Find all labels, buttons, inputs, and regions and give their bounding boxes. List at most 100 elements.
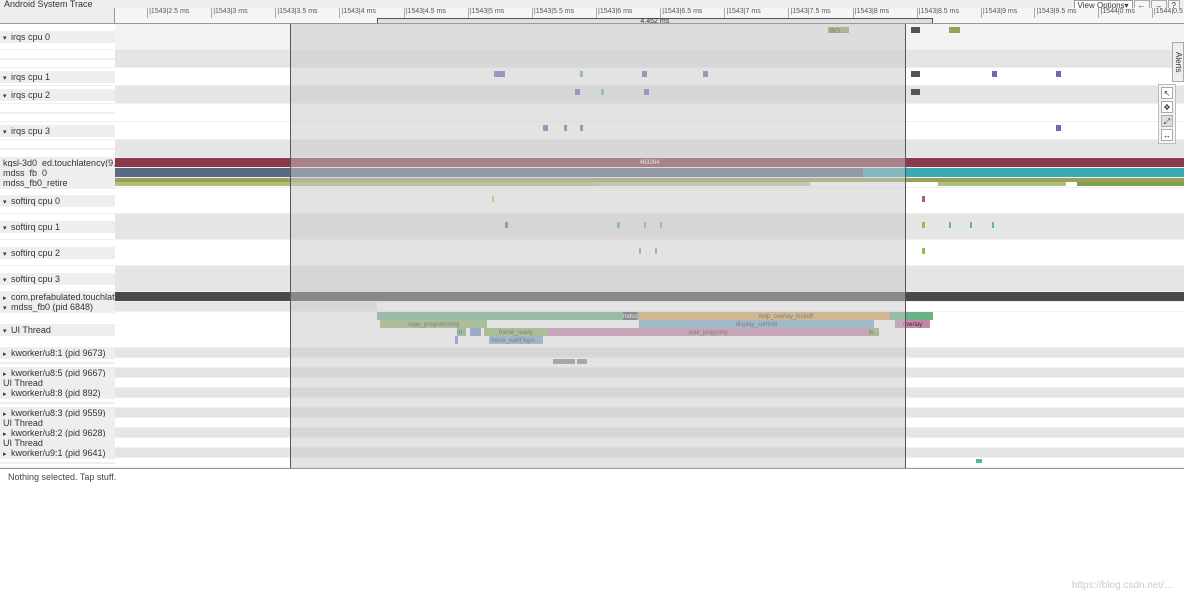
track-irqs-cpu3[interactable]: ▾irqs cpu 3: [0, 122, 1184, 140]
track-kworker-u8-5[interactable]: ▸kworker/u8:5 (pid 9667): [0, 368, 1184, 378]
trace-event[interactable]: [644, 222, 646, 228]
timeline-ruler[interactable]: |1543|2.5 ms |1543|3 ms |1543|3.5 ms |15…: [0, 8, 1184, 24]
trace-event[interactable]: [655, 248, 657, 254]
trace-event[interactable]: [949, 222, 951, 228]
trace-event[interactable]: fe…: [869, 328, 880, 336]
expander-icon[interactable]: ▸: [3, 450, 11, 458]
expander-icon[interactable]: ▾: [3, 198, 11, 206]
trace-event[interactable]: [660, 222, 662, 228]
trace-event[interactable]: [938, 182, 1066, 186]
expander-icon[interactable]: ▾: [3, 74, 11, 82]
track-irqs-cpu0[interactable]: ▾irqs cpu 0 IRQ …: [0, 24, 1184, 50]
trace-event[interactable]: [617, 222, 619, 228]
trace-event[interactable]: [580, 71, 583, 77]
trace-event[interactable]: [911, 89, 920, 95]
trace-event[interactable]: [580, 125, 583, 131]
trace-event[interactable]: [115, 182, 596, 186]
expander-icon[interactable]: ▾: [3, 304, 11, 312]
track-ui-thread-2[interactable]: UI Thread: [0, 378, 1184, 388]
trace-event[interactable]: [494, 71, 505, 77]
trace-event[interactable]: mdss: [623, 312, 637, 320]
trace-event[interactable]: [596, 182, 810, 186]
expander-icon[interactable]: ▾: [3, 128, 11, 136]
trace-event[interactable]: [577, 359, 588, 364]
trace-event[interactable]: overlay: [895, 320, 929, 328]
trace-event[interactable]: [543, 125, 548, 131]
track-process-mdss[interactable]: ▾mdss_fb0 (pid 6848): [0, 302, 1184, 312]
trace-event[interactable]: [890, 312, 933, 320]
trace-event[interactable]: [992, 222, 994, 228]
trace-event[interactable]: [1056, 71, 1061, 77]
trace-event[interactable]: [922, 196, 925, 202]
trace-event[interactable]: [863, 168, 1184, 177]
trace-event[interactable]: frame_ready: [484, 328, 548, 336]
trace-event[interactable]: [505, 222, 508, 228]
track-softirq-cpu0[interactable]: ▾softirq cpu 0: [0, 188, 1184, 214]
track-ui-thread[interactable]: ▾UI Thread mdss mdp_overlay_kickoff over…: [0, 312, 1184, 348]
trace-event[interactable]: [703, 71, 708, 77]
track-kworker-u8-3[interactable]: ▸kworker/u8:3 (pid 9559): [0, 408, 1184, 418]
expander-icon[interactable]: ▸: [3, 390, 11, 398]
trace-event[interactable]: [922, 222, 925, 228]
trace-event[interactable]: [644, 89, 649, 95]
track-process-touchlatency[interactable]: ▸com.prefabulated.touchlatency (pid 9564…: [0, 292, 1184, 302]
pan-tool-icon[interactable]: ✥: [1161, 101, 1173, 113]
track-irqs-cpu1[interactable]: ▾irqs cpu 1: [0, 68, 1184, 86]
trace-event[interactable]: [553, 359, 574, 364]
trace-event[interactable]: wait_pingpong: [548, 328, 869, 336]
track-kworker-u8-1[interactable]: ▸kworker/u8:1 (pid 9673): [0, 348, 1184, 358]
track-softirq-cpu1[interactable]: ▾softirq cpu 1: [0, 214, 1184, 240]
track-kworker-u9-1[interactable]: ▸kworker/u9:1 (pid 9641): [0, 448, 1184, 458]
trace-event[interactable]: [1056, 125, 1061, 131]
expander-icon[interactable]: ▾: [3, 327, 11, 335]
tracks-viewport[interactable]: ▾irqs cpu 0 IRQ … ▾irqs cpu 1: [0, 24, 1184, 468]
trace-event[interactable]: [922, 248, 925, 254]
timing-tool-icon[interactable]: ↔: [1161, 129, 1173, 141]
trace-event[interactable]: [115, 168, 863, 177]
trace-event[interactable]: [115, 292, 1184, 301]
trace-event[interactable]: [911, 71, 920, 77]
trace-event[interactable]: [575, 89, 580, 95]
track-kgsl[interactable]: kgsl-3d0_ed.touchlatency(9… 463264: [0, 158, 1184, 168]
track-ui-thread-3[interactable]: UI Thread: [0, 418, 1184, 428]
alerts-tab[interactable]: Alerts: [1172, 42, 1184, 82]
track-kworker-u8-2[interactable]: ▸kworker/u8:2 (pid 9628): [0, 428, 1184, 438]
trace-event[interactable]: 463264: [115, 158, 1184, 167]
pointer-tool-icon[interactable]: ↖: [1161, 87, 1173, 99]
expander-icon[interactable]: ▾: [3, 250, 11, 258]
trace-event[interactable]: [470, 328, 481, 336]
trace-event[interactable]: [639, 248, 641, 254]
trace-event[interactable]: fence_wait("kgsl…: [489, 336, 542, 344]
track-mdss-fb0[interactable]: mdss_fb_0: [0, 168, 1184, 178]
trace-event[interactable]: [642, 71, 647, 77]
track-softirq-cpu2[interactable]: ▾softirq cpu 2: [0, 240, 1184, 266]
trace-event[interactable]: [455, 336, 458, 344]
trace-event[interactable]: [970, 222, 972, 228]
expander-icon[interactable]: ▸: [3, 350, 11, 358]
zoom-tool-icon[interactable]: ⤢: [1161, 115, 1173, 127]
trace-event[interactable]: mdp_overlay_kickoff: [639, 312, 933, 320]
expander-icon[interactable]: ▾: [3, 224, 11, 232]
trace-event[interactable]: sspp_programming: [380, 320, 487, 328]
trace-event[interactable]: [949, 27, 960, 33]
trace-event[interactable]: [992, 71, 997, 77]
selection-range[interactable]: 4.452 ms: [377, 18, 933, 23]
trace-event[interactable]: [911, 27, 920, 33]
trace-event[interactable]: [1077, 182, 1184, 186]
trace-event[interactable]: [601, 89, 603, 95]
trace-event[interactable]: m…: [457, 328, 466, 336]
track-mdss-retire[interactable]: mdss_fb0_retire: [0, 178, 1184, 188]
trace-event[interactable]: [976, 459, 982, 463]
track-irqs-cpu2[interactable]: ▾irqs cpu 2: [0, 86, 1184, 104]
track-ui-thread-4[interactable]: UI Thread: [0, 438, 1184, 448]
track-softirq-cpu3[interactable]: ▾softirq cpu 3: [0, 266, 1184, 292]
expander-icon[interactable]: ▾: [3, 34, 11, 42]
track-kworker-u8-8[interactable]: ▸kworker/u8:8 (pid 892): [0, 388, 1184, 398]
expander-icon[interactable]: ▾: [3, 276, 11, 284]
ruler-scale[interactable]: |1543|2.5 ms |1543|3 ms |1543|3.5 ms |15…: [115, 8, 1184, 23]
trace-event[interactable]: [492, 196, 494, 202]
expander-icon[interactable]: ▾: [3, 92, 11, 100]
trace-event[interactable]: display_commit: [639, 320, 874, 328]
trace-event[interactable]: IRQ …: [828, 27, 849, 33]
trace-event[interactable]: [564, 125, 567, 131]
